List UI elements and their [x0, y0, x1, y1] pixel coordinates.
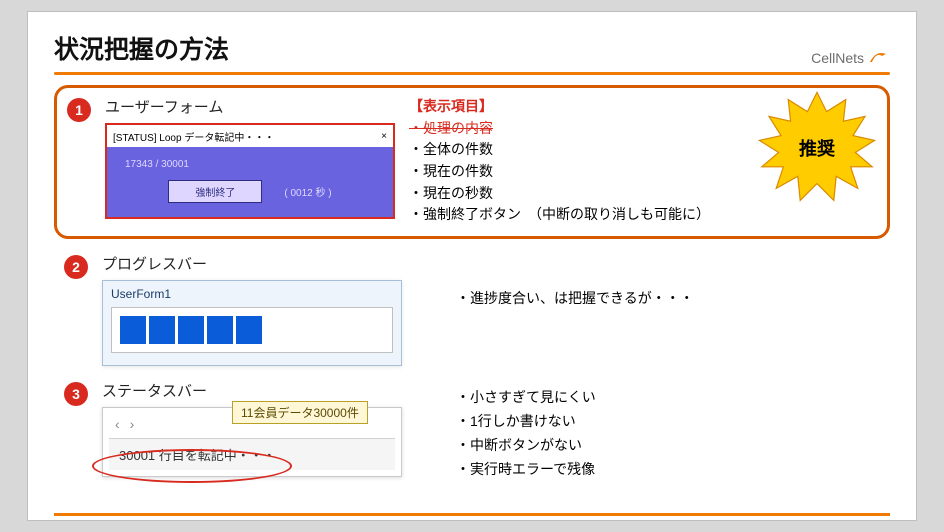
- progress-segment: [236, 316, 262, 344]
- userform-title: [STATUS] Loop データ転記中・・・: [113, 129, 274, 144]
- nav-next-icon[interactable]: ›: [130, 416, 135, 432]
- progressbar-mock: UserForm1: [102, 280, 402, 366]
- userform-titlebar: [STATUS] Loop データ転記中・・・ ×: [107, 125, 393, 147]
- section-2-right: ・進捗度合い、は把握できるが・・・: [456, 287, 694, 311]
- progressbar-title: UserForm1: [103, 281, 401, 307]
- section-2-row: 2 プログレスバー UserForm1 ・進捗度合い、は把握できるが・・・: [64, 253, 890, 366]
- section-2-left: プログレスバー UserForm1: [102, 253, 402, 366]
- section-1-right: 【表示項目】 処理の内容 全体の件数 現在の件数 現在の秒数 強制終了ボタン （…: [409, 96, 877, 226]
- badge-2: 2: [64, 255, 88, 279]
- section-3-row: 3 ステータスバー 11会員データ30000件 ‹ › 30001 行目を転記中…: [64, 380, 890, 481]
- userform-body: 17343 / 30001 強制終了 ( 0012 秒 ): [107, 147, 393, 217]
- section-3-right: 小さすぎて見にくい 1行しか書けない 中断ボタンがない 実行時エラーで残像: [456, 386, 596, 481]
- page-title: 状況把握の方法: [54, 30, 229, 66]
- bullet-item: 実行時エラーで残像: [456, 458, 596, 482]
- userform-count: 17343 / 30001: [125, 159, 381, 170]
- status-text: 30001 行目を転記中・・・: [109, 438, 395, 470]
- logo-icon: [866, 48, 890, 66]
- nav-prev-icon[interactable]: ‹: [115, 416, 120, 432]
- logo-text: CellNets: [811, 50, 864, 66]
- section-1-left: ユーザーフォーム [STATUS] Loop データ転記中・・・ × 17343…: [105, 96, 395, 219]
- bullet-item: 中断ボタンがない: [456, 434, 596, 458]
- userform-mock: [STATUS] Loop データ転記中・・・ × 17343 / 30001 …: [105, 123, 395, 219]
- progress-segment: [149, 316, 175, 344]
- section-2-label: プログレスバー: [102, 253, 402, 274]
- badge-1: 1: [67, 98, 91, 122]
- bullet-item: 1行しか書けない: [456, 410, 596, 434]
- sheet-tab-tooltip: 11会員データ30000件: [232, 401, 368, 424]
- statusbar-wrap: 11会員データ30000件 ‹ › 30001 行目を転記中・・・: [102, 407, 402, 477]
- slide: 状況把握の方法 CellNets 1 ユーザーフォーム [STATUS] Loo…: [27, 11, 917, 521]
- progress-segment: [178, 316, 204, 344]
- force-quit-button[interactable]: 強制終了: [168, 180, 262, 203]
- bullet-item: 小さすぎて見にくい: [456, 386, 596, 410]
- section-3-label: ステータスバー: [102, 380, 402, 401]
- divider: [54, 72, 890, 75]
- logo: CellNets: [811, 48, 890, 66]
- section-1-box: 1 ユーザーフォーム [STATUS] Loop データ転記中・・・ × 173…: [54, 85, 890, 239]
- section-3-left: ステータスバー 11会員データ30000件 ‹ › 30001 行目を転記中・・…: [102, 380, 402, 477]
- recommended-starburst: 推奨: [757, 90, 877, 210]
- progressbar-body: [111, 307, 393, 353]
- bottom-divider: [54, 513, 890, 516]
- title-row: 状況把握の方法 CellNets: [54, 30, 890, 66]
- recommended-label: 推奨: [799, 136, 835, 164]
- progress-segment: [120, 316, 146, 344]
- badge-3: 3: [64, 382, 88, 406]
- section-1-label: ユーザーフォーム: [105, 96, 395, 117]
- progress-segment: [207, 316, 233, 344]
- userform-timer: ( 0012 秒 ): [284, 184, 331, 199]
- close-icon[interactable]: ×: [381, 131, 387, 142]
